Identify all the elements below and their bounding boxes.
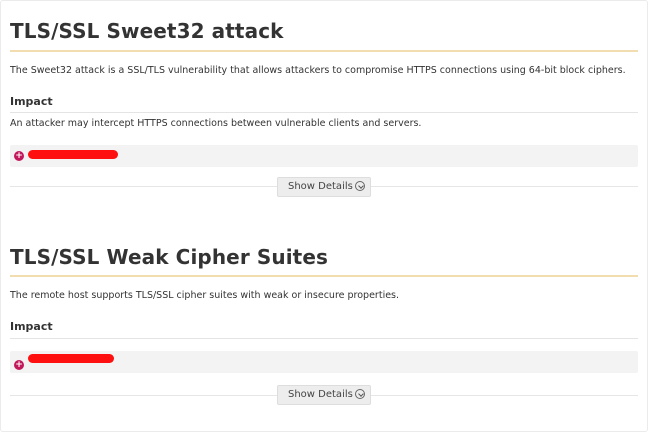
expand-plus-icon[interactable]: + xyxy=(14,360,24,370)
show-details-button[interactable]: Show Details xyxy=(277,385,371,405)
impact-text: An attacker may intercept HTTPS connecti… xyxy=(10,118,422,129)
vulnerability-description: The remote host supports TLS/SSL cipher … xyxy=(10,290,400,301)
show-details-label: Show Details xyxy=(288,389,353,400)
expand-plus-icon[interactable]: + xyxy=(14,151,24,161)
impact-heading: Impact xyxy=(10,320,53,333)
affected-host-row[interactable]: + xyxy=(10,351,638,373)
vulnerability-title: TLS/SSL Sweet32 attack xyxy=(10,19,284,43)
chevron-down-icon xyxy=(355,181,365,191)
vulnerability-description: The Sweet32 attack is a SSL/TLS vulnerab… xyxy=(10,65,626,76)
impact-divider xyxy=(10,112,638,113)
show-details-label: Show Details xyxy=(288,181,353,192)
vulnerability-title: TLS/SSL Weak Cipher Suites xyxy=(10,245,328,269)
impact-divider xyxy=(10,338,638,339)
chevron-down-icon xyxy=(355,389,365,399)
affected-host-row[interactable]: + xyxy=(10,145,638,167)
redacted-host xyxy=(28,150,118,159)
title-underline xyxy=(10,275,638,277)
redacted-host xyxy=(28,354,114,363)
show-details-button[interactable]: Show Details xyxy=(277,177,371,197)
impact-heading: Impact xyxy=(10,95,53,108)
title-underline xyxy=(10,50,638,52)
